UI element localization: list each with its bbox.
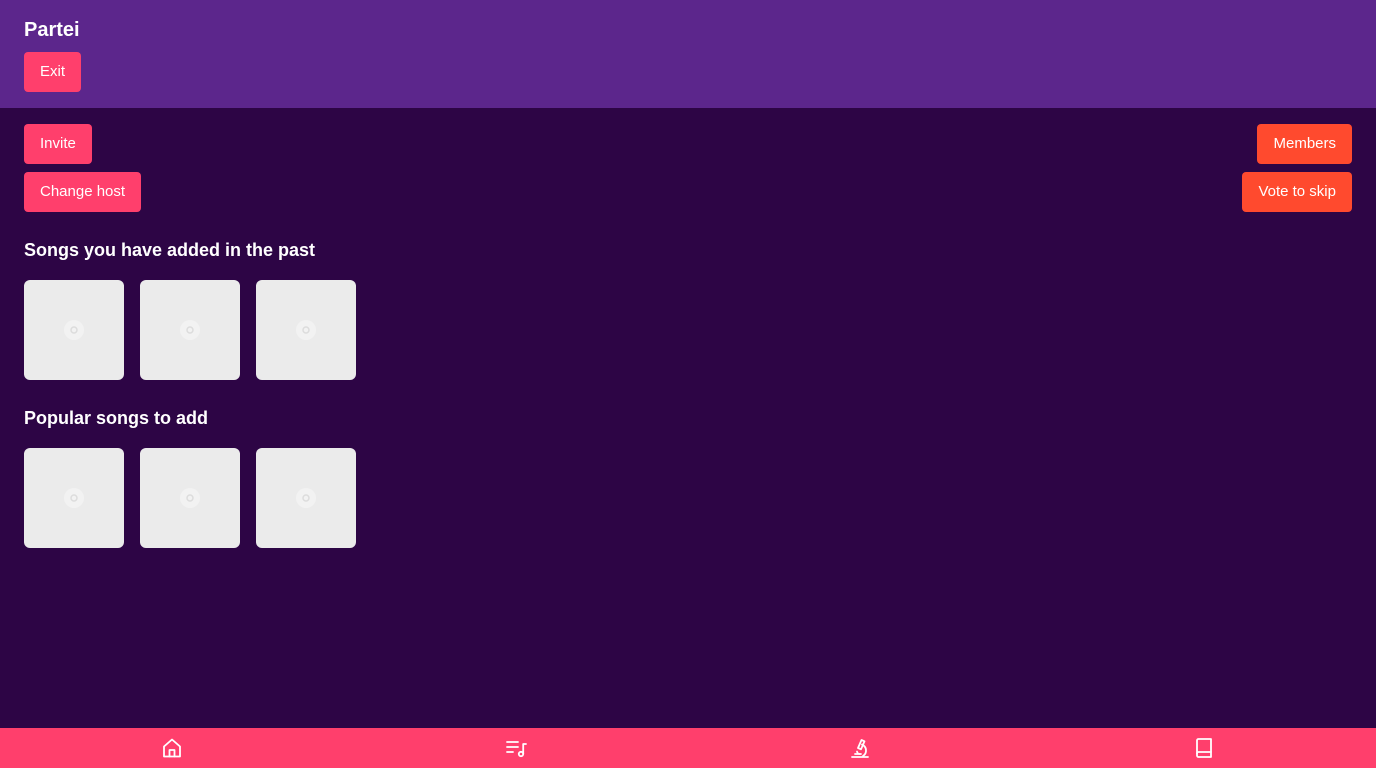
disc-placeholder-icon bbox=[296, 320, 316, 340]
nav-home[interactable] bbox=[0, 728, 344, 768]
past-songs-list bbox=[24, 280, 356, 380]
nav-queue[interactable] bbox=[344, 728, 688, 768]
disc-placeholder-icon bbox=[64, 320, 84, 340]
song-card[interactable] bbox=[24, 280, 124, 380]
disc-placeholder-icon bbox=[180, 488, 200, 508]
disc-placeholder-icon bbox=[64, 488, 84, 508]
members-button[interactable]: Members bbox=[1257, 124, 1352, 164]
song-card[interactable] bbox=[140, 448, 240, 548]
exit-button[interactable]: Exit bbox=[24, 52, 82, 92]
nav-discover[interactable] bbox=[688, 728, 1032, 768]
book-icon bbox=[1196, 738, 1212, 758]
song-card[interactable] bbox=[140, 280, 240, 380]
page-title: Partei bbox=[24, 19, 80, 41]
microscope-icon bbox=[851, 739, 869, 758]
disc-placeholder-icon bbox=[296, 488, 316, 508]
change-host-button[interactable]: Change host bbox=[24, 172, 142, 212]
home-icon bbox=[163, 738, 181, 758]
song-card[interactable] bbox=[256, 448, 356, 548]
playlist-icon bbox=[506, 741, 527, 758]
vote-to-skip-button[interactable]: Vote to skip bbox=[1242, 172, 1352, 212]
popular-songs-heading: Popular songs to add bbox=[24, 408, 209, 428]
past-songs-heading: Songs you have added in the past bbox=[24, 240, 316, 260]
song-card[interactable] bbox=[24, 448, 124, 548]
disc-placeholder-icon bbox=[180, 320, 200, 340]
song-card[interactable] bbox=[256, 280, 356, 380]
invite-button[interactable]: Invite bbox=[24, 124, 92, 164]
app-header: Partei Exit bbox=[0, 0, 1376, 108]
popular-songs-list bbox=[24, 448, 356, 548]
bottom-navigation bbox=[0, 728, 1376, 768]
nav-library[interactable] bbox=[1032, 728, 1376, 768]
